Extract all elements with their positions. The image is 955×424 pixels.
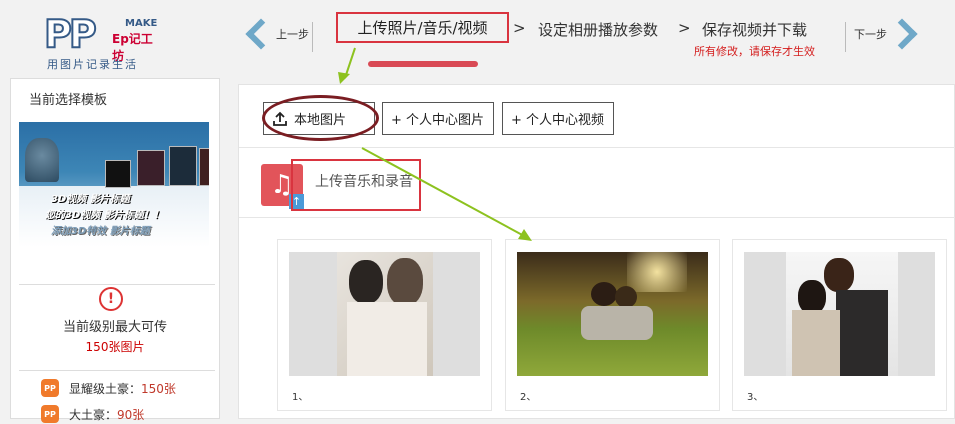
annotation-arrowhead xyxy=(338,72,350,84)
annotation-arrow-line xyxy=(361,147,527,238)
annotation-arrows xyxy=(338,47,532,241)
annotation-arrowhead xyxy=(518,229,532,241)
